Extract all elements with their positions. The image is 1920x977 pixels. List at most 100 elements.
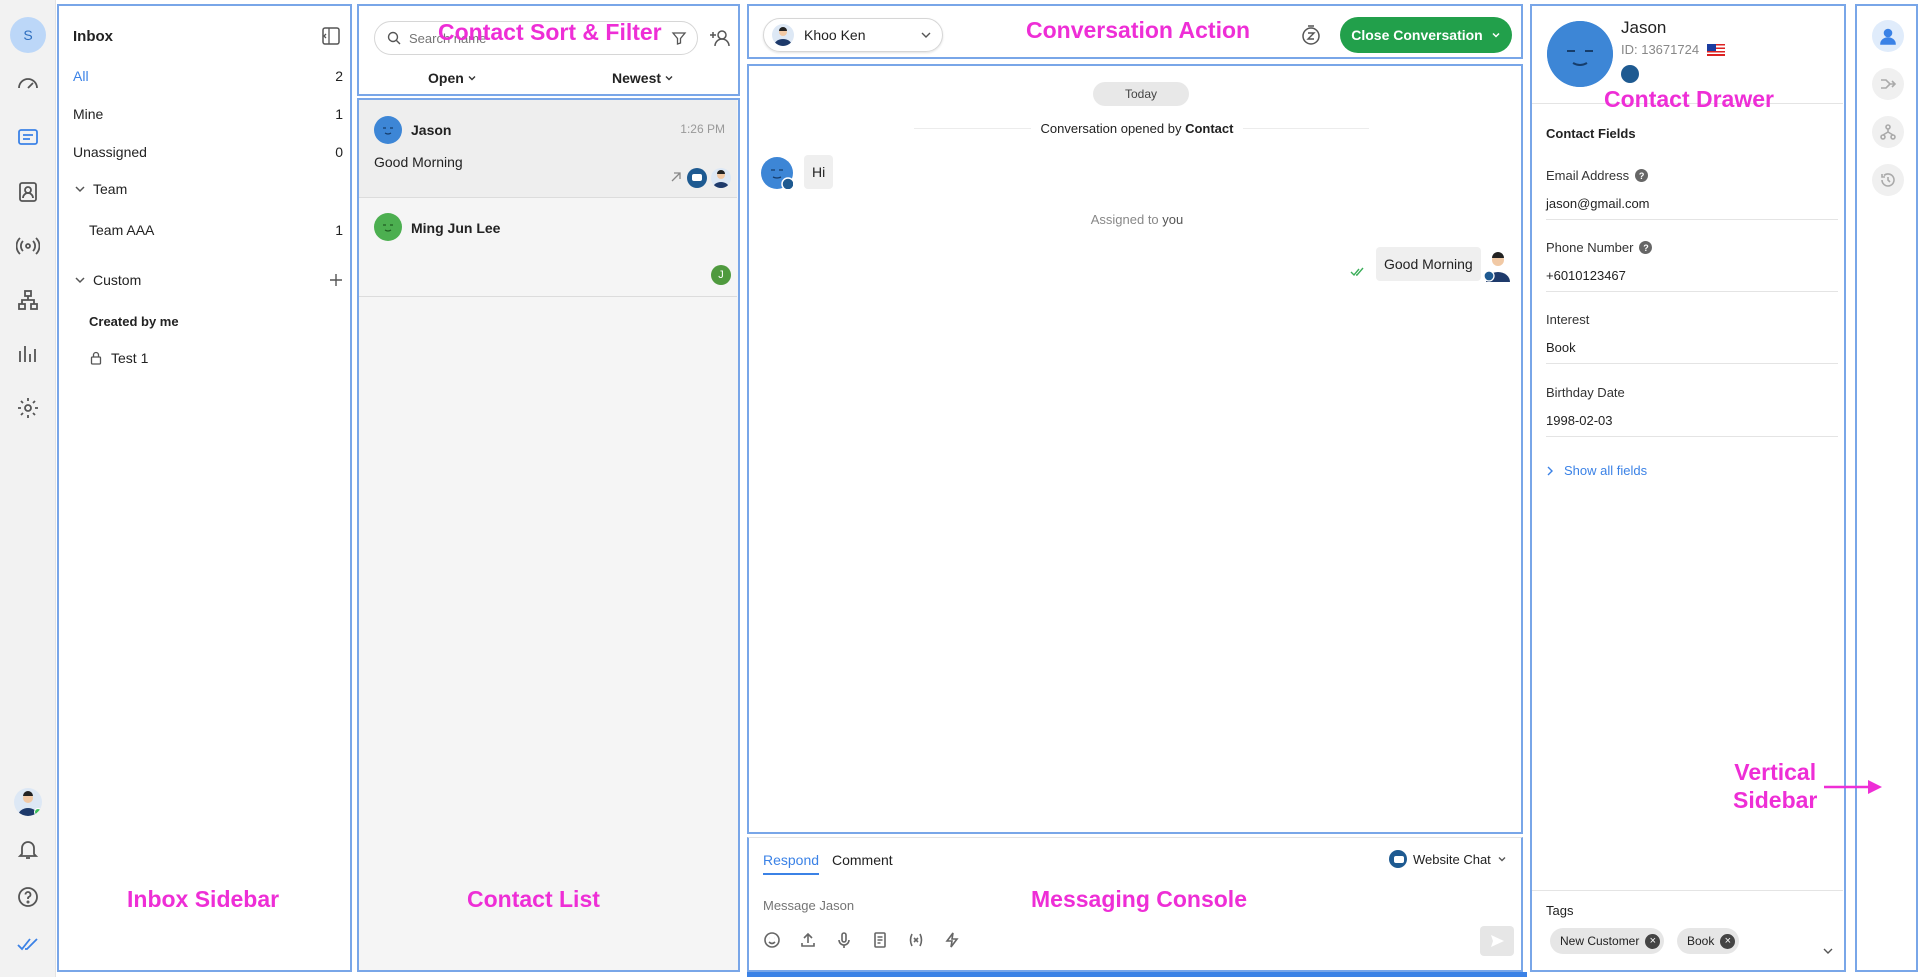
add-contact-icon[interactable]	[709, 28, 731, 48]
show-all-fields-link[interactable]: Show all fields	[1546, 463, 1647, 478]
variables-icon[interactable]	[907, 931, 925, 949]
custom-section-toggle[interactable]: Custom	[73, 270, 343, 290]
conversation-opened-event: Conversation opened by Contact	[749, 121, 1525, 136]
tag-chip[interactable]: Book ×	[1677, 928, 1740, 954]
collapse-sidebar-icon[interactable]	[321, 26, 341, 46]
birthday-label: Birthday Date	[1546, 385, 1625, 400]
help-icon[interactable]	[12, 881, 44, 913]
lock-icon	[90, 351, 102, 365]
interest-field[interactable]: Book	[1546, 340, 1838, 364]
interest-label: Interest	[1546, 312, 1590, 327]
inbox-item-test-1[interactable]: Test 1	[89, 348, 359, 368]
user-avatar[interactable]	[14, 788, 42, 816]
remove-tag-icon[interactable]: ×	[1720, 933, 1736, 949]
contact-name: Ming Jun Lee	[411, 220, 501, 236]
send-button[interactable]	[1480, 926, 1514, 956]
remove-tag-icon[interactable]: ×	[1645, 933, 1661, 949]
contact-avatar	[1547, 21, 1613, 87]
date-separator-chip: Today	[1093, 82, 1189, 106]
contacts-icon[interactable]	[12, 176, 44, 208]
inbox-item-label: Mine	[73, 106, 104, 122]
filter-funnel-icon[interactable]	[671, 30, 687, 46]
inbox-item-count: 1	[335, 222, 343, 238]
tag-label: Book	[1687, 934, 1715, 948]
inbox-item-count: 2	[335, 68, 343, 84]
assignee-initial-avatar: J	[711, 265, 731, 285]
contact-profile-icon[interactable]	[1872, 20, 1904, 52]
agent-avatar	[1483, 250, 1513, 282]
annotation-conversation-action: Conversation Action	[1026, 17, 1251, 43]
snooze-timer-icon[interactable]	[1300, 24, 1322, 46]
inbox-item-team-aaa[interactable]: Team AAA 1	[89, 220, 343, 240]
workspace-avatar[interactable]: S	[10, 17, 46, 53]
inbox-item-label: Test 1	[111, 350, 149, 366]
contact-id: ID: 13671724	[1621, 42, 1700, 57]
event-actor: Contact	[1185, 121, 1234, 136]
snippets-lightning-icon[interactable]	[943, 931, 961, 949]
channel-selector[interactable]: Website Chat	[1389, 850, 1507, 868]
search-icon	[387, 31, 401, 45]
chevron-right-icon	[1547, 466, 1553, 475]
annotation-contact-drawer: Contact Drawer	[1604, 86, 1774, 112]
conversation-list-item[interactable]: Ming Jun Lee J	[359, 199, 737, 297]
close-conversation-button[interactable]: Close Conversation	[1340, 17, 1512, 53]
help-icon[interactable]: ?	[1639, 241, 1653, 254]
inbox-item-label: All	[73, 68, 89, 84]
email-field[interactable]: jason@gmail.com	[1546, 196, 1838, 220]
sort-order-label: Newest	[612, 70, 662, 86]
chevron-down-icon	[75, 277, 85, 284]
history-icon[interactable]	[1872, 164, 1904, 196]
inbox-item-label: Team AAA	[89, 222, 155, 238]
tag-chip[interactable]: New Customer ×	[1550, 928, 1665, 954]
team-section-label: Team	[93, 181, 128, 197]
upload-attachment-icon[interactable]	[799, 931, 817, 949]
merge-icon[interactable]	[1872, 68, 1904, 100]
main-nav: S	[0, 0, 56, 977]
hierarchy-icon[interactable]	[1872, 116, 1904, 148]
template-document-icon[interactable]	[871, 931, 889, 949]
team-section-toggle[interactable]: Team	[73, 179, 343, 199]
conversation-time: 1:26 PM	[680, 122, 725, 136]
assigned-event: Assigned to you	[749, 212, 1525, 227]
annotation-vertical-sidebar: Vertical Sidebar	[1733, 759, 1817, 814]
tag-label: New Customer	[1560, 934, 1640, 948]
assignee-dropdown[interactable]: Khoo Ken	[763, 18, 943, 52]
inbox-item-unassigned[interactable]: Unassigned 0	[73, 142, 343, 162]
emoji-icon[interactable]	[763, 931, 781, 949]
status-filter-dropdown[interactable]: Open	[428, 70, 477, 86]
annotation-line: Sidebar	[1733, 786, 1818, 813]
inbox-nav-icon[interactable]	[12, 122, 44, 154]
birthday-field[interactable]: 1998-02-03	[1546, 413, 1838, 437]
workflow-icon[interactable]	[12, 284, 44, 316]
field-label: Phone Number ?	[1546, 240, 1653, 255]
microphone-icon[interactable]	[835, 931, 853, 949]
tab-comment[interactable]: Comment	[832, 852, 893, 868]
inbox-item-mine[interactable]: Mine 1	[73, 104, 343, 124]
dashboard-icon[interactable]	[12, 68, 44, 100]
assignee-name: Khoo Ken	[804, 27, 866, 43]
settings-gear-icon[interactable]	[12, 392, 44, 424]
website-chat-channel-icon	[1389, 850, 1407, 868]
send-icon	[1491, 935, 1504, 947]
assignee-avatar	[711, 168, 731, 188]
tab-respond[interactable]: Respond	[763, 852, 820, 875]
reports-icon[interactable]	[12, 338, 44, 370]
broadcast-icon[interactable]	[12, 230, 44, 262]
website-chat-channel-icon	[687, 168, 707, 188]
email-label: Email Address	[1546, 168, 1630, 183]
add-custom-inbox-plus-icon[interactable]	[329, 273, 343, 287]
channel-label: Website Chat	[1413, 851, 1491, 867]
custom-section-label: Custom	[93, 272, 142, 288]
inbox-item-all[interactable]: All 2	[73, 66, 343, 86]
notifications-bell-icon[interactable]	[12, 833, 44, 865]
field-label: Birthday Date	[1546, 385, 1625, 400]
sort-order-dropdown[interactable]: Newest	[612, 70, 674, 86]
status-filter-label: Open	[428, 70, 464, 86]
phone-field[interactable]: +6010123467	[1546, 268, 1838, 292]
outgoing-arrow-icon	[671, 172, 681, 182]
chevron-down-icon[interactable]	[1822, 945, 1834, 957]
annotation-line: Vertical	[1734, 759, 1817, 785]
help-icon[interactable]: ?	[1635, 169, 1649, 182]
conversation-list-item[interactable]: Jason 1:26 PM Good Morning	[359, 100, 737, 198]
divider	[1532, 890, 1843, 891]
